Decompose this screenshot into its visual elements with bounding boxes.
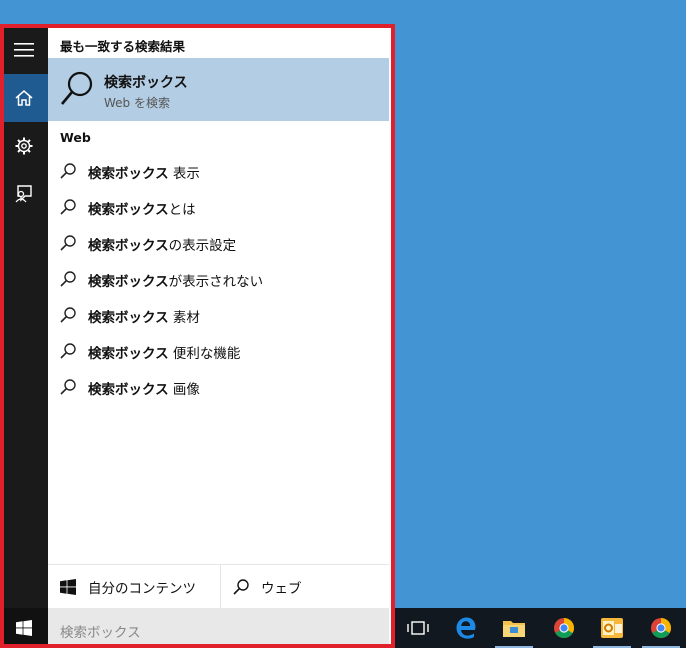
suggestion-rest-text: 表示 bbox=[168, 166, 200, 182]
web-heading: Web bbox=[60, 130, 91, 145]
web-suggestion-item[interactable]: 検索ボックスの表示設定 bbox=[48, 226, 389, 260]
suggestion-match-text: 検索ボックス bbox=[88, 274, 169, 290]
feedback-button[interactable] bbox=[0, 170, 48, 218]
best-match-heading: 最も一致する検索結果 bbox=[60, 39, 186, 54]
start-button[interactable] bbox=[0, 608, 48, 648]
suggestion-rest-text: 素材 bbox=[168, 310, 200, 326]
web-suggestion-text: 検索ボックス 素材 bbox=[88, 306, 200, 326]
chrome-button[interactable] bbox=[541, 608, 587, 648]
chrome-icon bbox=[554, 618, 574, 638]
web-suggestion-item[interactable]: 検索ボックス 便利な機能 bbox=[48, 334, 389, 368]
task-view-icon bbox=[407, 621, 429, 635]
chrome-icon bbox=[651, 618, 671, 638]
suggestion-match-text: 検索ボックス bbox=[88, 166, 169, 182]
web-suggestion-text: 検索ボックスとは bbox=[88, 198, 196, 218]
results-area: 最も一致する検索結果 検索ボックス Web を検索 Web 検索ボックス 表示検… bbox=[48, 24, 395, 608]
taskbar bbox=[395, 608, 686, 648]
web-suggestion-item[interactable]: 検索ボックスが表示されない bbox=[48, 262, 389, 296]
search-icon bbox=[60, 163, 76, 179]
hamburger-menu-icon bbox=[14, 43, 34, 57]
suggestion-match-text: 検索ボックス bbox=[88, 346, 169, 362]
web-suggestion-item[interactable]: 検索ボックス 表示 bbox=[48, 154, 389, 188]
suggestion-rest-text: の表示設定 bbox=[168, 238, 237, 254]
best-match-item[interactable]: 検索ボックス Web を検索 bbox=[48, 58, 389, 121]
search-icon bbox=[61, 71, 93, 105]
search-icon bbox=[60, 235, 76, 251]
web-suggestion-text: 検索ボックスの表示設定 bbox=[88, 234, 236, 254]
web-suggestion-item[interactable]: 検索ボックス 画像 bbox=[48, 370, 389, 404]
web-suggestion-text: 検索ボックスが表示されない bbox=[88, 270, 263, 290]
web-suggestion-item[interactable]: 検索ボックス 素材 bbox=[48, 298, 389, 332]
suggestion-match-text: 検索ボックス bbox=[88, 310, 169, 326]
web-suggestion-item[interactable]: 検索ボックスとは bbox=[48, 190, 389, 224]
search-icon bbox=[60, 307, 76, 323]
web-suggestion-text: 検索ボックス 表示 bbox=[88, 162, 200, 182]
suggestion-rest-text: 便利な機能 bbox=[168, 346, 241, 362]
tab-web[interactable]: ウェブ bbox=[221, 565, 389, 609]
suggestion-match-text: 検索ボックス bbox=[88, 382, 169, 398]
chrome-button-2[interactable] bbox=[638, 608, 684, 648]
search-icon bbox=[60, 343, 76, 359]
search-icon bbox=[60, 271, 76, 287]
scope-tabs: 自分のコンテンツ ウェブ bbox=[48, 564, 389, 609]
tab-web-label: ウェブ bbox=[261, 581, 302, 597]
settings-button[interactable] bbox=[0, 122, 48, 170]
search-input-text: 検索ボックス bbox=[60, 625, 141, 641]
outlook-button[interactable] bbox=[589, 608, 635, 648]
feedback-icon bbox=[15, 185, 32, 203]
left-rail bbox=[0, 24, 48, 608]
tab-my-content[interactable]: 自分のコンテンツ bbox=[48, 565, 221, 609]
edge-icon bbox=[456, 617, 476, 639]
web-suggestion-text: 検索ボックス 画像 bbox=[88, 378, 200, 398]
suggestion-rest-text: とは bbox=[168, 202, 196, 218]
windows-logo-icon bbox=[16, 620, 32, 636]
menu-button[interactable] bbox=[0, 26, 48, 74]
best-match-subtitle: Web を検索 bbox=[104, 96, 170, 110]
tab-my-content-label: 自分のコンテンツ bbox=[88, 581, 196, 597]
task-view-button[interactable] bbox=[395, 608, 441, 648]
suggestion-rest-text: が表示されない bbox=[168, 274, 264, 290]
suggestion-rest-text: 画像 bbox=[168, 382, 200, 398]
search-icon bbox=[60, 379, 76, 395]
home-button[interactable] bbox=[0, 74, 48, 122]
search-input[interactable]: 検索ボックス bbox=[48, 608, 389, 648]
suggestion-match-text: 検索ボックス bbox=[88, 238, 169, 254]
windows-logo-icon bbox=[60, 579, 76, 595]
web-suggestion-text: 検索ボックス 便利な機能 bbox=[88, 342, 240, 362]
search-icon bbox=[60, 199, 76, 215]
best-match-title: 検索ボックス bbox=[104, 75, 188, 91]
file-explorer-button[interactable] bbox=[491, 608, 537, 648]
file-explorer-icon bbox=[503, 621, 525, 637]
edge-button[interactable] bbox=[443, 608, 489, 648]
home-icon bbox=[15, 90, 33, 106]
search-panel: 最も一致する検索結果 検索ボックス Web を検索 Web 検索ボックス 表示検… bbox=[0, 24, 395, 648]
suggestion-match-text: 検索ボックス bbox=[88, 202, 169, 218]
search-icon bbox=[233, 579, 249, 595]
gear-icon bbox=[15, 137, 33, 155]
outlook-icon bbox=[601, 618, 623, 638]
